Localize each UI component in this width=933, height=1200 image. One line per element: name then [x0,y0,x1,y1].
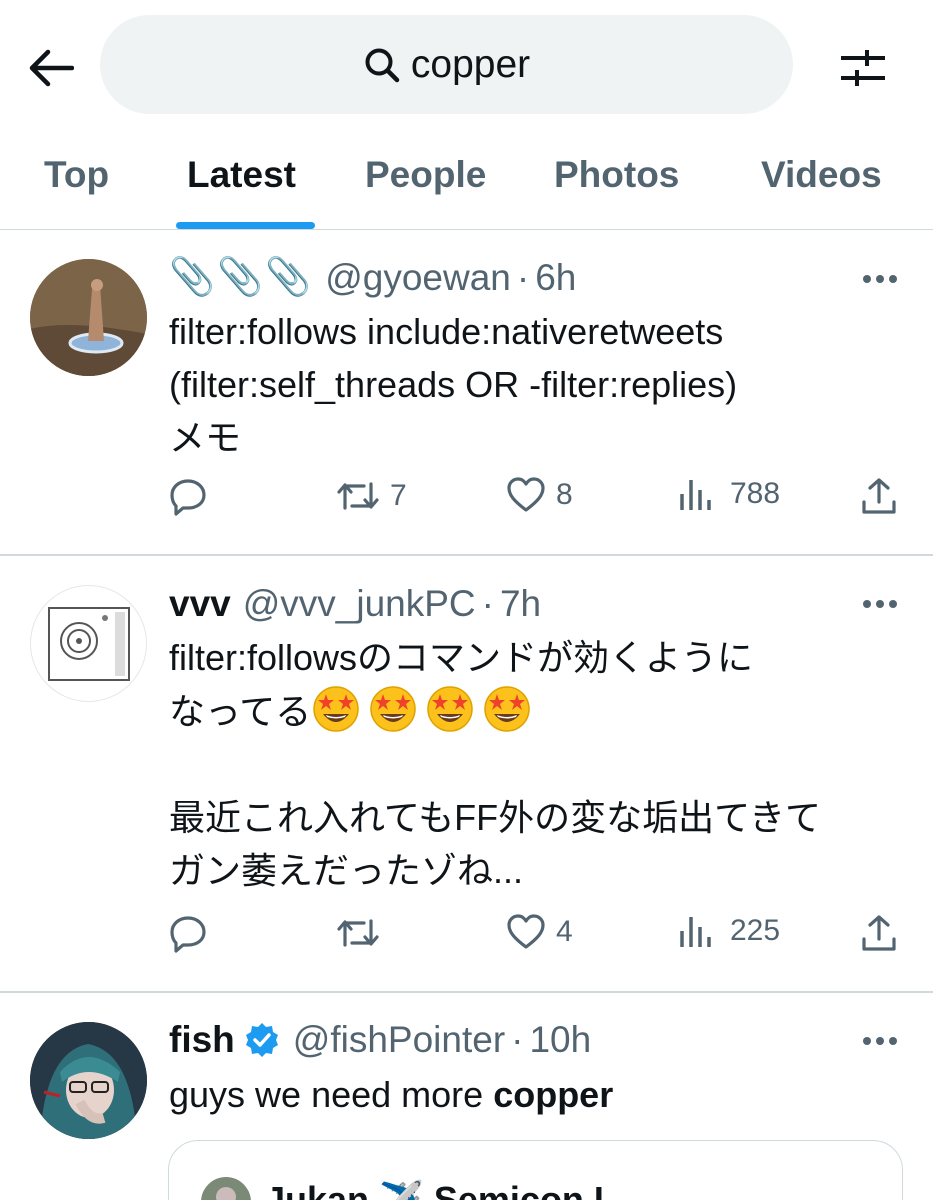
search-input[interactable]: copper [100,15,793,114]
tweet-text-rest: 最近これ入れてもFF外の変な垢出てきて ガン萎えだったゾね... [169,797,822,891]
like-icon [507,477,545,512]
avatar[interactable] [30,259,147,376]
timestamp[interactable]: 6h [535,257,576,299]
avatar-image [48,607,130,681]
like-count: 8 [556,478,573,511]
search-header: copper [0,0,933,130]
separator-dot: · [481,583,494,624]
views-icon [680,917,711,947]
avatar-image [30,259,147,376]
reply-icon [170,479,206,516]
handle[interactable]: @gyoewan [325,257,511,299]
tweet-text: filter:followsのコマンドが効くようになってる最近これ入れてもFF外… [169,631,909,897]
share-icon [862,478,896,514]
search-tabs: Top Latest People Photos Videos [0,130,933,230]
views-button[interactable]: 788 [678,476,780,512]
tab-videos[interactable]: Videos [761,154,882,196]
reply-button[interactable] [168,476,218,516]
more-button[interactable] [858,1026,902,1056]
quote-avatar[interactable] [201,1177,251,1200]
retweet-icon [337,919,379,947]
reply-icon [170,916,206,953]
retweet-button[interactable]: 7 [336,476,407,516]
tweet-actions: 7 8 788 [168,476,908,526]
more-icon [863,600,897,608]
tab-latest[interactable]: Latest [187,154,296,196]
active-tab-indicator [176,222,315,229]
retweet-icon [337,482,379,510]
search-highlight: copper [493,1074,614,1115]
like-button[interactable]: 8 [506,476,573,514]
quote-display-name[interactable]: Jukan ✈️ Semicon I… [265,1179,640,1200]
reply-button[interactable] [168,913,218,953]
views-count: 225 [730,914,781,947]
avatar-image [30,1022,147,1139]
views-count: 788 [730,477,781,510]
like-icon [507,914,545,949]
tweet-header: fish @fishPointer · 10h [169,1019,591,1061]
search-filter-button[interactable] [832,38,894,98]
back-arrow-icon [29,49,74,87]
more-button[interactable] [858,589,902,619]
filter-sliders-icon [841,50,885,86]
tweet-header: 📎📎📎 @gyoewan · 6h [169,256,576,299]
more-icon [863,1037,897,1045]
views-button[interactable]: 225 [678,913,780,949]
like-button[interactable]: 4 [506,913,573,951]
tweet-text: guys we need more copper [169,1074,614,1115]
display-name[interactable]: vvv [169,583,231,625]
timestamp[interactable]: 7h [500,583,541,625]
tab-people[interactable]: People [365,154,486,196]
share-button[interactable] [860,476,898,516]
handle[interactable]: @fishPointer [293,1019,505,1061]
divider [0,554,933,556]
retweet-button[interactable] [336,913,390,953]
tweet-text-line: filter:followsのコマンドが効くように [169,637,754,678]
separator-dot: · [516,256,530,298]
retweet-count: 7 [390,479,407,512]
tweet-text-line: なってる [169,684,909,738]
more-icon [863,275,897,283]
search-query: copper [410,42,531,86]
star-struck-emoji-icon [370,686,416,732]
like-count: 4 [556,915,573,948]
quoted-tweet[interactable]: Jukan ✈️ Semicon I… [168,1140,903,1200]
divider [0,991,933,993]
separator-dot: · [511,1019,524,1060]
quote-avatar-image [201,1177,251,1200]
share-button[interactable] [860,913,898,953]
display-name[interactable]: 📎📎📎 [169,256,313,299]
timestamp[interactable]: 10h [529,1019,591,1061]
more-button[interactable] [858,264,902,294]
star-struck-emoji-icon [313,686,359,732]
avatar[interactable] [30,1022,147,1139]
avatar[interactable] [30,585,147,702]
back-button[interactable] [22,40,78,96]
tab-photos[interactable]: Photos [554,154,679,196]
tweet-actions: 4 225 [168,913,908,963]
star-struck-emoji-icon [484,686,530,732]
tab-top[interactable]: Top [44,154,109,196]
tweet-header: vvv @vvv_junkPC · 7h [169,583,541,625]
share-icon [862,915,896,951]
search-icon [363,45,403,85]
star-struck-emoji-icon [427,686,473,732]
handle[interactable]: @vvv_junkPC [243,583,476,625]
display-name[interactable]: fish [169,1019,235,1061]
star-struck-emoji-row [311,686,539,732]
tweet-text: filter:follows include:nativeretweets (f… [169,311,738,458]
views-icon [680,480,711,510]
verified-badge-icon [245,1023,278,1057]
